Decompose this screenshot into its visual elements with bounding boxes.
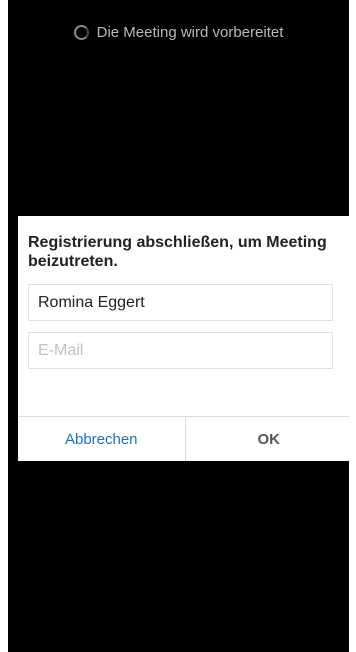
ok-button[interactable]: OK [186, 417, 350, 461]
loading-spinner-icon [73, 25, 89, 40]
email-field[interactable] [28, 332, 333, 369]
dialog-title: Registrierung abschließen, um Meeting be… [28, 234, 327, 270]
cancel-button[interactable]: Abbrechen [18, 417, 186, 461]
meeting-screen: Die Meeting wird vorbereitet Registrieru… [8, 0, 349, 652]
name-field[interactable] [28, 284, 333, 321]
dialog-button-row: Abbrechen OK [18, 416, 349, 461]
status-line: Die Meeting wird vorbereitet [8, 24, 349, 41]
registration-dialog: Registrierung abschließen, um Meeting be… [18, 216, 349, 461]
status-text: Die Meeting wird vorbereitet [96, 24, 284, 41]
